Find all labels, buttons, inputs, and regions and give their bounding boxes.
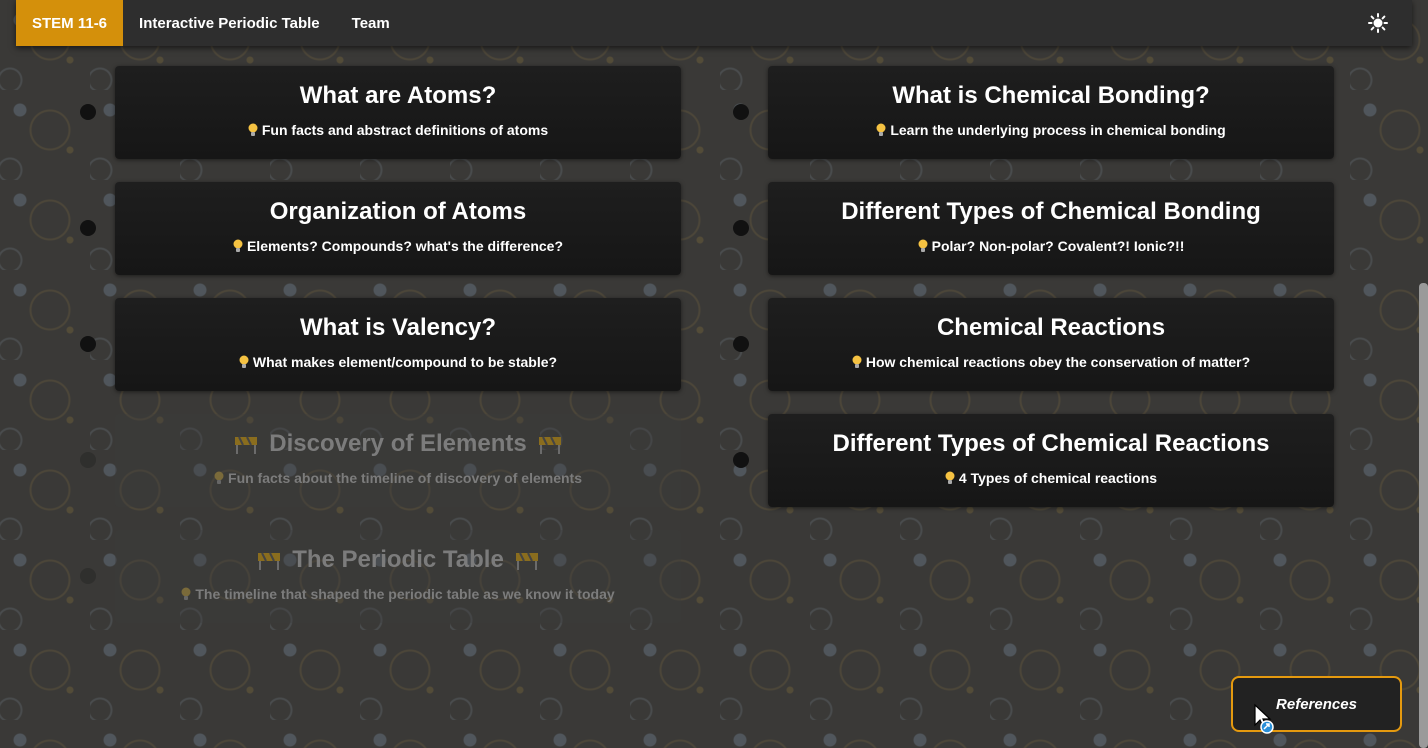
card-subtitle: How chemical reactions obey the conserva… xyxy=(865,354,1251,370)
card-subtitle-row: Elements? Compounds? what's the differen… xyxy=(115,238,681,254)
card-subtitle-row: How chemical reactions obey the conserva… xyxy=(768,354,1334,370)
card-discovery-of-elements: Discovery of Elements Fun facts about th… xyxy=(115,414,681,507)
card-subtitle: Fun facts about the timeline of discover… xyxy=(228,470,582,486)
nav-link-team[interactable]: Team xyxy=(336,15,406,32)
lightbulb-icon xyxy=(876,123,886,136)
timeline-dot xyxy=(80,568,96,584)
timeline-dot xyxy=(733,336,749,352)
construction-barrier-icon xyxy=(258,552,281,570)
card-subtitle: What makes element/compound to be stable… xyxy=(252,354,558,370)
timeline-dot xyxy=(733,104,749,120)
sun-icon[interactable] xyxy=(1368,13,1388,33)
top-navbar: STEM 11-6 Interactive Periodic Table Tea… xyxy=(16,0,1412,46)
card-title: Discovery of Elements xyxy=(269,430,527,457)
construction-barrier-icon xyxy=(538,436,561,454)
card-types-of-chemical-reactions[interactable]: Different Types of Chemical Reactions 4 … xyxy=(768,414,1334,507)
card-title: What is Valency? xyxy=(299,314,497,341)
construction-barrier-icon xyxy=(235,436,258,454)
lightbulb-icon xyxy=(181,587,191,600)
card-title: What are Atoms? xyxy=(299,82,497,109)
card-subtitle: Learn the underlying process in chemical… xyxy=(890,122,1226,138)
nav-link-periodic-table[interactable]: Interactive Periodic Table xyxy=(123,15,336,32)
card-subtitle-row: Polar? Non-polar? Covalent?! Ionic?!! xyxy=(768,238,1334,254)
card-title: Different Types of Chemical Reactions xyxy=(832,430,1270,457)
card-what-are-atoms[interactable]: What are Atoms? Fun facts and abstract d… xyxy=(115,66,681,159)
card-subtitle-row: Fun facts and abstract definitions of at… xyxy=(115,122,681,138)
card-title: Different Types of Chemical Bonding xyxy=(841,198,1261,225)
card-what-is-valency[interactable]: What is Valency? What makes element/comp… xyxy=(115,298,681,391)
timeline-dot xyxy=(733,452,749,468)
lightbulb-icon xyxy=(852,355,862,368)
card-title-row: The Periodic Table xyxy=(115,546,681,574)
scrollbar-thumb[interactable] xyxy=(1419,283,1428,748)
card-subtitle-row: Fun facts about the timeline of discover… xyxy=(115,470,681,486)
card-what-is-chemical-bonding[interactable]: What is Chemical Bonding? Learn the unde… xyxy=(768,66,1334,159)
lightbulb-icon xyxy=(233,239,243,252)
card-title: What is Chemical Bonding? xyxy=(892,82,1210,109)
timeline-dot xyxy=(733,220,749,236)
card-subtitle: Elements? Compounds? what's the differen… xyxy=(246,238,564,254)
card-organization-of-atoms[interactable]: Organization of Atoms Elements? Compound… xyxy=(115,182,681,275)
card-title-row: Discovery of Elements xyxy=(115,430,681,458)
card-subtitle-row: Learn the underlying process in chemical… xyxy=(768,122,1334,138)
card-title: Organization of Atoms xyxy=(269,198,527,225)
construction-barrier-icon xyxy=(515,552,538,570)
brand-link[interactable]: STEM 11-6 xyxy=(16,0,124,46)
card-subtitle: The timeline that shaped the periodic ta… xyxy=(195,586,615,602)
timeline-dot xyxy=(80,220,96,236)
timeline-dot xyxy=(80,104,96,120)
card-subtitle: Polar? Non-polar? Covalent?! Ionic?!! xyxy=(931,238,1185,254)
card-subtitle-row: The timeline that shaped the periodic ta… xyxy=(115,586,681,602)
lightbulb-icon xyxy=(239,355,249,368)
lightbulb-icon xyxy=(214,471,224,484)
mouse-cursor-icon xyxy=(1254,703,1274,734)
card-types-of-chemical-bonding[interactable]: Different Types of Chemical Bonding Pola… xyxy=(768,182,1334,275)
lightbulb-icon xyxy=(918,239,928,252)
card-subtitle: 4 Types of chemical reactions xyxy=(958,470,1158,486)
card-subtitle-row: 4 Types of chemical reactions xyxy=(768,470,1334,486)
card-title: Chemical Reactions xyxy=(936,314,1166,341)
card-periodic-table: The Periodic Table The timeline that sha… xyxy=(115,530,681,623)
timeline-dot xyxy=(80,336,96,352)
card-chemical-reactions[interactable]: Chemical Reactions How chemical reaction… xyxy=(768,298,1334,391)
card-title: The Periodic Table xyxy=(292,546,504,573)
lightbulb-icon xyxy=(248,123,258,136)
card-subtitle-row: What makes element/compound to be stable… xyxy=(115,354,681,370)
timeline-dot xyxy=(80,452,96,468)
lightbulb-icon xyxy=(945,471,955,484)
card-subtitle: Fun facts and abstract definitions of at… xyxy=(261,122,549,138)
